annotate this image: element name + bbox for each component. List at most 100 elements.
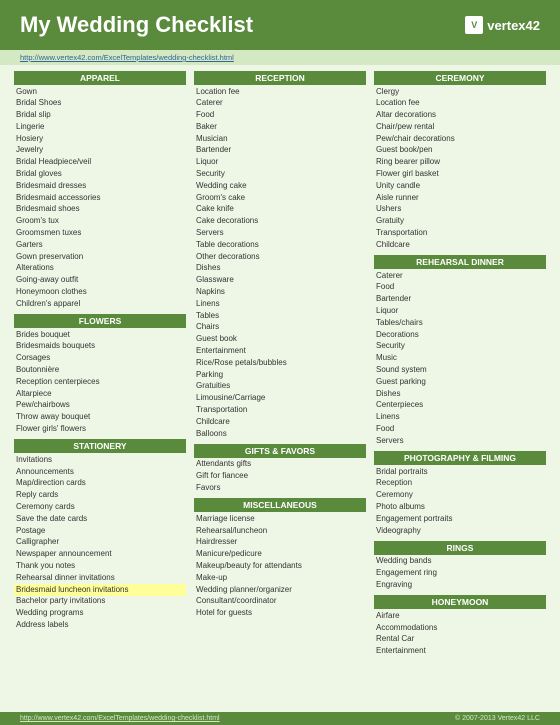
list-item: Dishes bbox=[374, 388, 546, 400]
list-item: Engraving bbox=[374, 579, 546, 591]
list-item: Bridesmaid dresses bbox=[14, 180, 186, 192]
list-item: Wedding bands bbox=[374, 556, 546, 568]
vertex-icon: V bbox=[465, 16, 483, 34]
list-item: Servers bbox=[374, 435, 546, 447]
list-item: Wedding cake bbox=[194, 180, 366, 192]
list-item: Guest parking bbox=[374, 376, 546, 388]
list-item: Dishes bbox=[194, 263, 366, 275]
list-item: Bridal gloves bbox=[14, 169, 186, 181]
list-item: Bachelor party invitations bbox=[14, 596, 186, 608]
list-item: Airfare bbox=[374, 610, 546, 622]
list-item: Bridesmaid luncheon invitations bbox=[14, 584, 186, 596]
section-header-flowers: FLOWERS bbox=[14, 314, 186, 328]
logo-text: vertex42 bbox=[487, 18, 540, 33]
column-0: APPARELGownBridal ShoesBridal slipLinger… bbox=[10, 71, 190, 706]
list-item: Photo albums bbox=[374, 502, 546, 514]
list-item: Attendants gifts bbox=[194, 459, 366, 471]
list-item: Makeup/beauty for attendants bbox=[194, 560, 366, 572]
list-item: Chairs bbox=[194, 322, 366, 334]
list-item: Flower girls' flowers bbox=[14, 424, 186, 436]
list-item: Music bbox=[374, 353, 546, 365]
list-item: Ushers bbox=[374, 204, 546, 216]
list-item: Pew/chairbows bbox=[14, 400, 186, 412]
list-item: Accommodations bbox=[374, 622, 546, 634]
list-item: Brides bouquet bbox=[14, 329, 186, 341]
list-item: Engagement portraits bbox=[374, 513, 546, 525]
list-item: Rehearsal/luncheon bbox=[194, 525, 366, 537]
section-header-reception: RECEPTION bbox=[194, 71, 366, 85]
checklist-content: APPARELGownBridal ShoesBridal slipLinger… bbox=[0, 65, 560, 712]
list-item: Bridal Shoes bbox=[14, 98, 186, 110]
list-item: Lingerie bbox=[14, 121, 186, 133]
list-item: Balloons bbox=[194, 428, 366, 440]
list-item: Decorations bbox=[374, 329, 546, 341]
list-item: Bridal Headpiece/veil bbox=[14, 157, 186, 169]
list-item: Bartender bbox=[194, 145, 366, 157]
footer: http://www.vertex42.com/ExcelTemplates/w… bbox=[0, 712, 560, 725]
list-item: Favors bbox=[194, 483, 366, 495]
list-item: Baker bbox=[194, 121, 366, 133]
page: My Wedding Checklist V vertex42 http://w… bbox=[0, 0, 560, 725]
list-item: Guest book/pen bbox=[374, 145, 546, 157]
header-url: http://www.vertex42.com/ExcelTemplates/w… bbox=[0, 50, 560, 65]
list-item: Pew/chair decorations bbox=[374, 133, 546, 145]
list-item: Announcements bbox=[14, 466, 186, 478]
footer-copyright: © 2007-2013 Vertex42 LLC bbox=[455, 715, 540, 722]
list-item: Table decorations bbox=[194, 239, 366, 251]
list-item: Newspaper announcement bbox=[14, 549, 186, 561]
list-item: Wedding planner/organizer bbox=[194, 584, 366, 596]
section-header-honeymoon: HONEYMOON bbox=[374, 595, 546, 609]
list-item: Liquor bbox=[374, 306, 546, 318]
list-item: Map/direction cards bbox=[14, 478, 186, 490]
list-item: Food bbox=[374, 282, 546, 294]
list-item: Consultant/coordinator bbox=[194, 596, 366, 608]
list-item: Bartender bbox=[374, 294, 546, 306]
list-item: Servers bbox=[194, 228, 366, 240]
list-item: Groomsmen tuxes bbox=[14, 228, 186, 240]
section-header-stationery: STATIONERY bbox=[14, 439, 186, 453]
footer-url: http://www.vertex42.com/ExcelTemplates/w… bbox=[20, 715, 220, 722]
list-item: Marriage license bbox=[194, 513, 366, 525]
list-item: Caterer bbox=[374, 270, 546, 282]
list-item: Rehearsal dinner invitations bbox=[14, 572, 186, 584]
list-item: Gratuity bbox=[374, 216, 546, 228]
list-item: Honeymoon clothes bbox=[14, 287, 186, 299]
list-item: Bridal slip bbox=[14, 110, 186, 122]
list-item: Childcare bbox=[194, 416, 366, 428]
list-item: Reception centerpieces bbox=[14, 376, 186, 388]
vertex-text: vertex42 bbox=[487, 18, 540, 33]
list-item: Address labels bbox=[14, 619, 186, 631]
list-item: Location fee bbox=[374, 98, 546, 110]
list-item: Caterer bbox=[194, 98, 366, 110]
list-item: Security bbox=[194, 169, 366, 181]
list-item: Groom's cake bbox=[194, 192, 366, 204]
list-item: Tables bbox=[194, 310, 366, 322]
list-item: Reply cards bbox=[14, 490, 186, 502]
list-item: Postage bbox=[14, 525, 186, 537]
list-item: Chair/pew rental bbox=[374, 121, 546, 133]
list-item: Guest book bbox=[194, 334, 366, 346]
list-item: Engagement ring bbox=[374, 568, 546, 580]
list-item: Groom's tux bbox=[14, 216, 186, 228]
list-item: Garters bbox=[14, 239, 186, 251]
section-header-rings: RINGS bbox=[374, 541, 546, 555]
section-header-ceremony: CEREMONY bbox=[374, 71, 546, 85]
section-header-rehearsal-dinner: REHEARSAL DINNER bbox=[374, 255, 546, 269]
list-item: Hairdresser bbox=[194, 537, 366, 549]
list-item: Location fee bbox=[194, 86, 366, 98]
column-1: RECEPTIONLocation feeCatererFoodBakerMus… bbox=[190, 71, 370, 706]
logo: V vertex42 bbox=[465, 16, 540, 34]
list-item: Napkins bbox=[194, 287, 366, 299]
list-item: Jewelry bbox=[14, 145, 186, 157]
list-item: Clergy bbox=[374, 86, 546, 98]
list-item: Make-up bbox=[194, 572, 366, 584]
list-item: Children's apparel bbox=[14, 298, 186, 310]
list-item: Altarpiece bbox=[14, 388, 186, 400]
list-item: Reception bbox=[374, 478, 546, 490]
header: My Wedding Checklist V vertex42 bbox=[0, 0, 560, 50]
list-item: Bridal portraits bbox=[374, 466, 546, 478]
list-item: Boutonnière bbox=[14, 365, 186, 377]
list-item: Hosiery bbox=[14, 133, 186, 145]
list-item: Gown bbox=[14, 86, 186, 98]
list-item: Videography bbox=[374, 525, 546, 537]
